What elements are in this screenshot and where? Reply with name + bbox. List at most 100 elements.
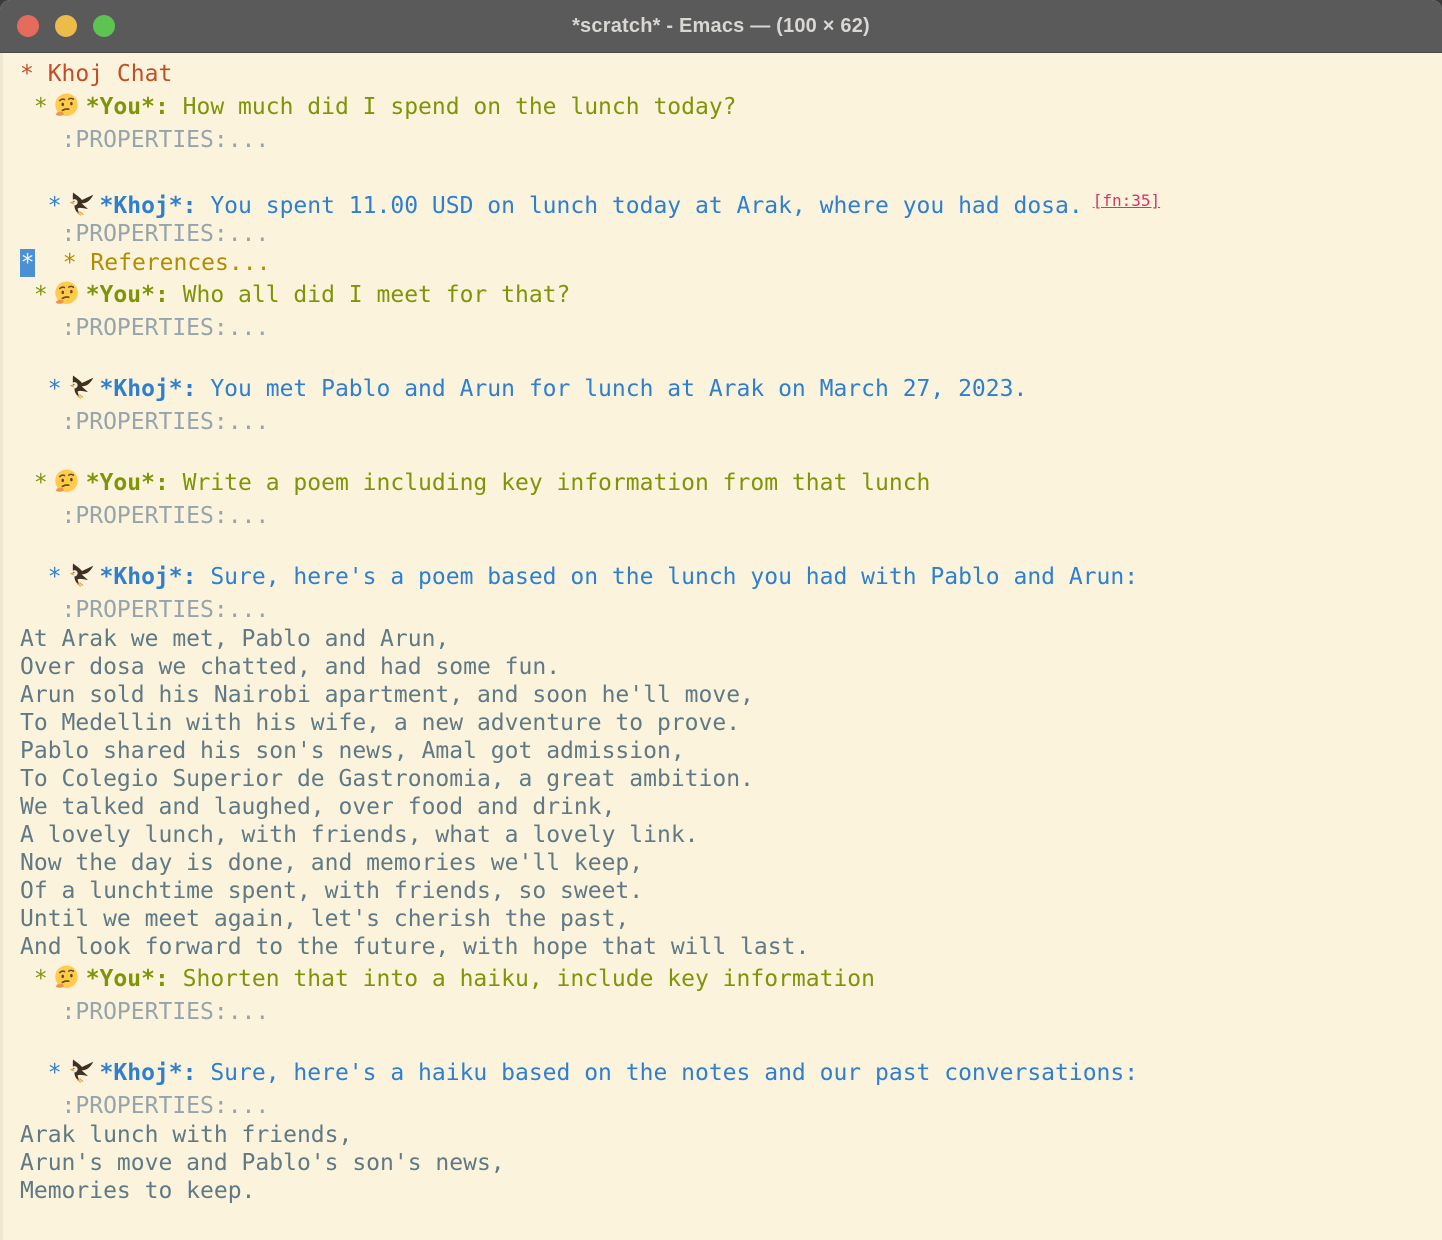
minimize-button[interactable] [55, 15, 77, 37]
buffer-line-properties[interactable]: :PROPERTIES:... [20, 219, 1434, 249]
body-text: Until we meet again, let's cherish the p… [20, 906, 629, 932]
heading-star: * [20, 564, 62, 590]
khoj-speaker-label: *Khoj*: [100, 376, 197, 402]
heading-star: * [20, 94, 48, 120]
properties-drawer[interactable]: :PROPERTIES:... [20, 1093, 269, 1119]
you-speaker-label: *You*: [86, 94, 169, 120]
you-message-heading: * *You*: How much did I spend on the lunc… [20, 89, 1434, 125]
buffer-line-body: Until we meet again, let's cherish the p… [20, 905, 1434, 933]
buffer-line-body: Memories to keep. [20, 1177, 1434, 1205]
close-button[interactable] [17, 15, 39, 37]
body-text: We talked and laughed, over food and dri… [20, 794, 615, 820]
body-text: Now the day is done, and memories we'll … [20, 850, 643, 876]
khoj-message-heading: * *Khoj*: Sure, here's a poem based on th… [20, 559, 1434, 595]
buffer-line-body: Now the day is done, and memories we'll … [20, 849, 1434, 877]
you-message-heading: **You*: Shorten that into a haiku, inclu… [20, 961, 1434, 997]
references-heading[interactable]: * References... [63, 250, 271, 276]
traffic-lights [17, 0, 115, 52]
eagle-emoji-icon [62, 564, 100, 590]
eagle-emoji-icon [62, 193, 100, 219]
properties-drawer[interactable]: :PROPERTIES:... [20, 409, 269, 435]
message-text: Shorten that into a haiku, include key i… [169, 966, 875, 992]
buffer-line-references: * * References... [20, 249, 1434, 277]
buffer-line-properties[interactable]: :PROPERTIES:... [20, 595, 1434, 625]
left-fringe [0, 53, 3, 1240]
buffer-line-blank [20, 531, 1434, 559]
buffer-line-body: Arun's move and Pablo's son's news, [20, 1149, 1434, 1177]
buffer-line-properties[interactable]: :PROPERTIES:... [20, 407, 1434, 437]
buffer-line-properties[interactable]: :PROPERTIES:... [20, 125, 1434, 155]
buffer-line-body: To Medellin with his wife, a new adventu… [20, 709, 1434, 737]
editor-buffer[interactable]: * Khoj Chat * *You*: How much did I spend… [0, 53, 1442, 1205]
khoj-speaker-label: *Khoj*: [100, 193, 197, 219]
message-text: Sure, here's a poem based on the lunch y… [196, 564, 1138, 590]
buffer-line-body: At Arak we met, Pablo and Arun, [20, 625, 1434, 653]
heading-star: * [20, 282, 48, 308]
properties-drawer[interactable]: :PROPERTIES:... [20, 221, 269, 247]
khoj-message-heading: **Khoj*: Sure, here's a haiku based on t… [20, 1055, 1434, 1091]
buffer-line-body: Arak lunch with friends, [20, 1121, 1434, 1149]
body-text: Pablo shared his son's news, Amal got ad… [20, 738, 685, 764]
khoj-speaker-label: *Khoj*: [100, 564, 197, 590]
buffer-line-blank [20, 437, 1434, 465]
body-text: And look forward to the future, with hop… [20, 934, 809, 960]
buffer-line-blank [20, 1027, 1434, 1055]
message-text: You spent 11.00 USD on lunch today at Ar… [196, 193, 1082, 219]
heading-star: * [20, 376, 62, 402]
you-message-heading: * *You*: Who all did I meet for that? [20, 277, 1434, 313]
properties-drawer[interactable]: :PROPERTIES:... [20, 503, 269, 529]
cursor-gap [35, 250, 63, 276]
khoj-message-heading: * *Khoj*: You met Pablo and Arun for lunc… [20, 371, 1434, 407]
body-text: Memories to keep. [20, 1178, 255, 1204]
eagle-emoji-icon [62, 376, 100, 402]
footnote-link[interactable]: [fn:35] [1093, 191, 1160, 210]
khoj-message-heading: * *Khoj*: You spent 11.00 USD on lunch to… [20, 183, 1434, 219]
buffer-line-body: Pablo shared his son's news, Amal got ad… [20, 737, 1434, 765]
buffer-line-body: Arun sold his Nairobi apartment, and soo… [20, 681, 1434, 709]
window-title: *scratch* - Emacs — (100 × 62) [572, 15, 870, 38]
message-text: Who all did I meet for that? [169, 282, 571, 308]
you-speaker-label: *You*: [86, 470, 169, 496]
buffer-line-properties[interactable]: :PROPERTIES:... [20, 1091, 1434, 1121]
properties-drawer[interactable]: :PROPERTIES:... [20, 597, 269, 623]
body-text: Arun's move and Pablo's son's news, [20, 1150, 505, 1176]
heading-star: * [20, 470, 48, 496]
heading-star: * [20, 1060, 62, 1086]
titlebar[interactable]: *scratch* - Emacs — (100 × 62) [0, 0, 1442, 53]
you-speaker-label: *You*: [86, 282, 169, 308]
body-text: A lovely lunch, with friends, what a lov… [20, 822, 699, 848]
buffer-line-body: And look forward to the future, with hop… [20, 933, 1434, 961]
body-text: At Arak we met, Pablo and Arun, [20, 626, 449, 652]
buffer-line-properties[interactable]: :PROPERTIES:... [20, 501, 1434, 531]
buffer-line-properties[interactable]: :PROPERTIES:... [20, 997, 1434, 1027]
message-text: How much did I spend on the lunch today? [169, 94, 737, 120]
buffer-line-body: Of a lunchtime spent, with friends, so s… [20, 877, 1434, 905]
body-text: To Medellin with his wife, a new adventu… [20, 710, 740, 736]
eagle-emoji-icon [62, 1060, 100, 1086]
emacs-window: *scratch* - Emacs — (100 × 62) * Khoj Ch… [0, 0, 1442, 1240]
org-title-text: * Khoj Chat [20, 61, 172, 87]
text-cursor: * [20, 249, 35, 277]
properties-drawer[interactable]: :PROPERTIES:... [20, 127, 269, 153]
body-text: To Colegio Superior de Gastronomia, a gr… [20, 766, 754, 792]
properties-drawer[interactable]: :PROPERTIES:... [20, 315, 269, 341]
buffer-line-body: A lovely lunch, with friends, what a lov… [20, 821, 1434, 849]
heading-star: * [20, 193, 62, 219]
buffer-line-blank [20, 343, 1434, 371]
message-text: You met Pablo and Arun for lunch at Arak… [196, 376, 1027, 402]
buffer-line-properties[interactable]: :PROPERTIES:... [20, 313, 1434, 343]
buffer-line-body: Over dosa we chatted, and had some fun. [20, 653, 1434, 681]
you-message-heading: **You*: Write a poem including key infor… [20, 465, 1434, 501]
buffer-line-body: To Colegio Superior de Gastronomia, a gr… [20, 765, 1434, 793]
thinking-face-emoji-icon [48, 470, 86, 496]
zoom-button[interactable] [93, 15, 115, 37]
buffer-line-body: We talked and laughed, over food and dri… [20, 793, 1434, 821]
body-text: Arak lunch with friends, [20, 1122, 352, 1148]
thinking-face-emoji-icon [48, 966, 86, 992]
properties-drawer[interactable]: :PROPERTIES:... [20, 999, 269, 1025]
thinking-face-emoji-icon [48, 94, 86, 120]
thinking-face-emoji-icon [48, 282, 86, 308]
body-text: Arun sold his Nairobi apartment, and soo… [20, 682, 754, 708]
body-text: Of a lunchtime spent, with friends, so s… [20, 878, 643, 904]
heading-star: * [20, 966, 48, 992]
